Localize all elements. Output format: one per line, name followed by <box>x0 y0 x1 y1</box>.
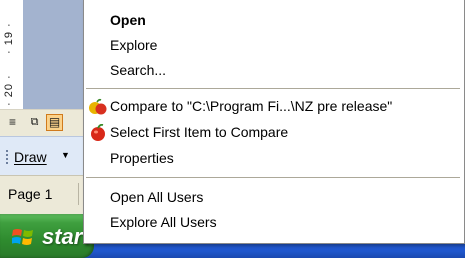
page-indicator: Page 1 <box>8 183 79 205</box>
chevron-down-icon[interactable]: ▼ <box>61 150 70 160</box>
draw-toolbar: Draw ▼ <box>0 136 90 175</box>
menu-item-search[interactable]: Search... <box>110 62 166 78</box>
menu-item-open[interactable]: Open <box>110 12 146 28</box>
context-menu: Open Explore Search... Compare to "C:\Pr… <box>83 0 465 244</box>
normal-view-icon[interactable]: ≡ <box>4 114 21 131</box>
ruler-label: · 20 · <box>3 74 15 106</box>
apple-icon <box>91 124 105 141</box>
ruler-label: · 19 · <box>3 22 15 54</box>
toolbar-grip-handle[interactable] <box>6 150 10 164</box>
view-toolbar: ≡ ⧉ ▤ <box>0 109 90 136</box>
compare-apples-icon <box>89 98 107 115</box>
menu-separator <box>86 177 460 178</box>
start-button[interactable]: start <box>0 214 94 258</box>
document-area <box>23 0 83 110</box>
menu-item-explore[interactable]: Explore <box>110 37 157 53</box>
menu-item-open-all-users[interactable]: Open All Users <box>110 189 203 205</box>
status-bar: Page 1 <box>0 175 90 214</box>
vertical-ruler: · 19 · · 20 · <box>0 0 24 108</box>
draw-menu-button[interactable]: Draw <box>14 149 47 165</box>
screen: · 19 · · 20 · ≡ ⧉ ▤ Draw ▼ Page 1 start … <box>0 0 465 258</box>
web-layout-icon[interactable]: ⧉ <box>26 114 43 131</box>
menu-item-explore-all-users[interactable]: Explore All Users <box>110 214 217 230</box>
menu-item-properties[interactable]: Properties <box>110 150 174 166</box>
windows-logo-icon <box>12 229 33 245</box>
menu-item-compare-to[interactable]: Compare to "C:\Program Fi...\NZ pre rele… <box>110 98 392 114</box>
menu-separator <box>86 88 460 89</box>
print-layout-icon[interactable]: ▤ <box>46 114 63 131</box>
menu-item-select-first-item[interactable]: Select First Item to Compare <box>110 124 288 140</box>
